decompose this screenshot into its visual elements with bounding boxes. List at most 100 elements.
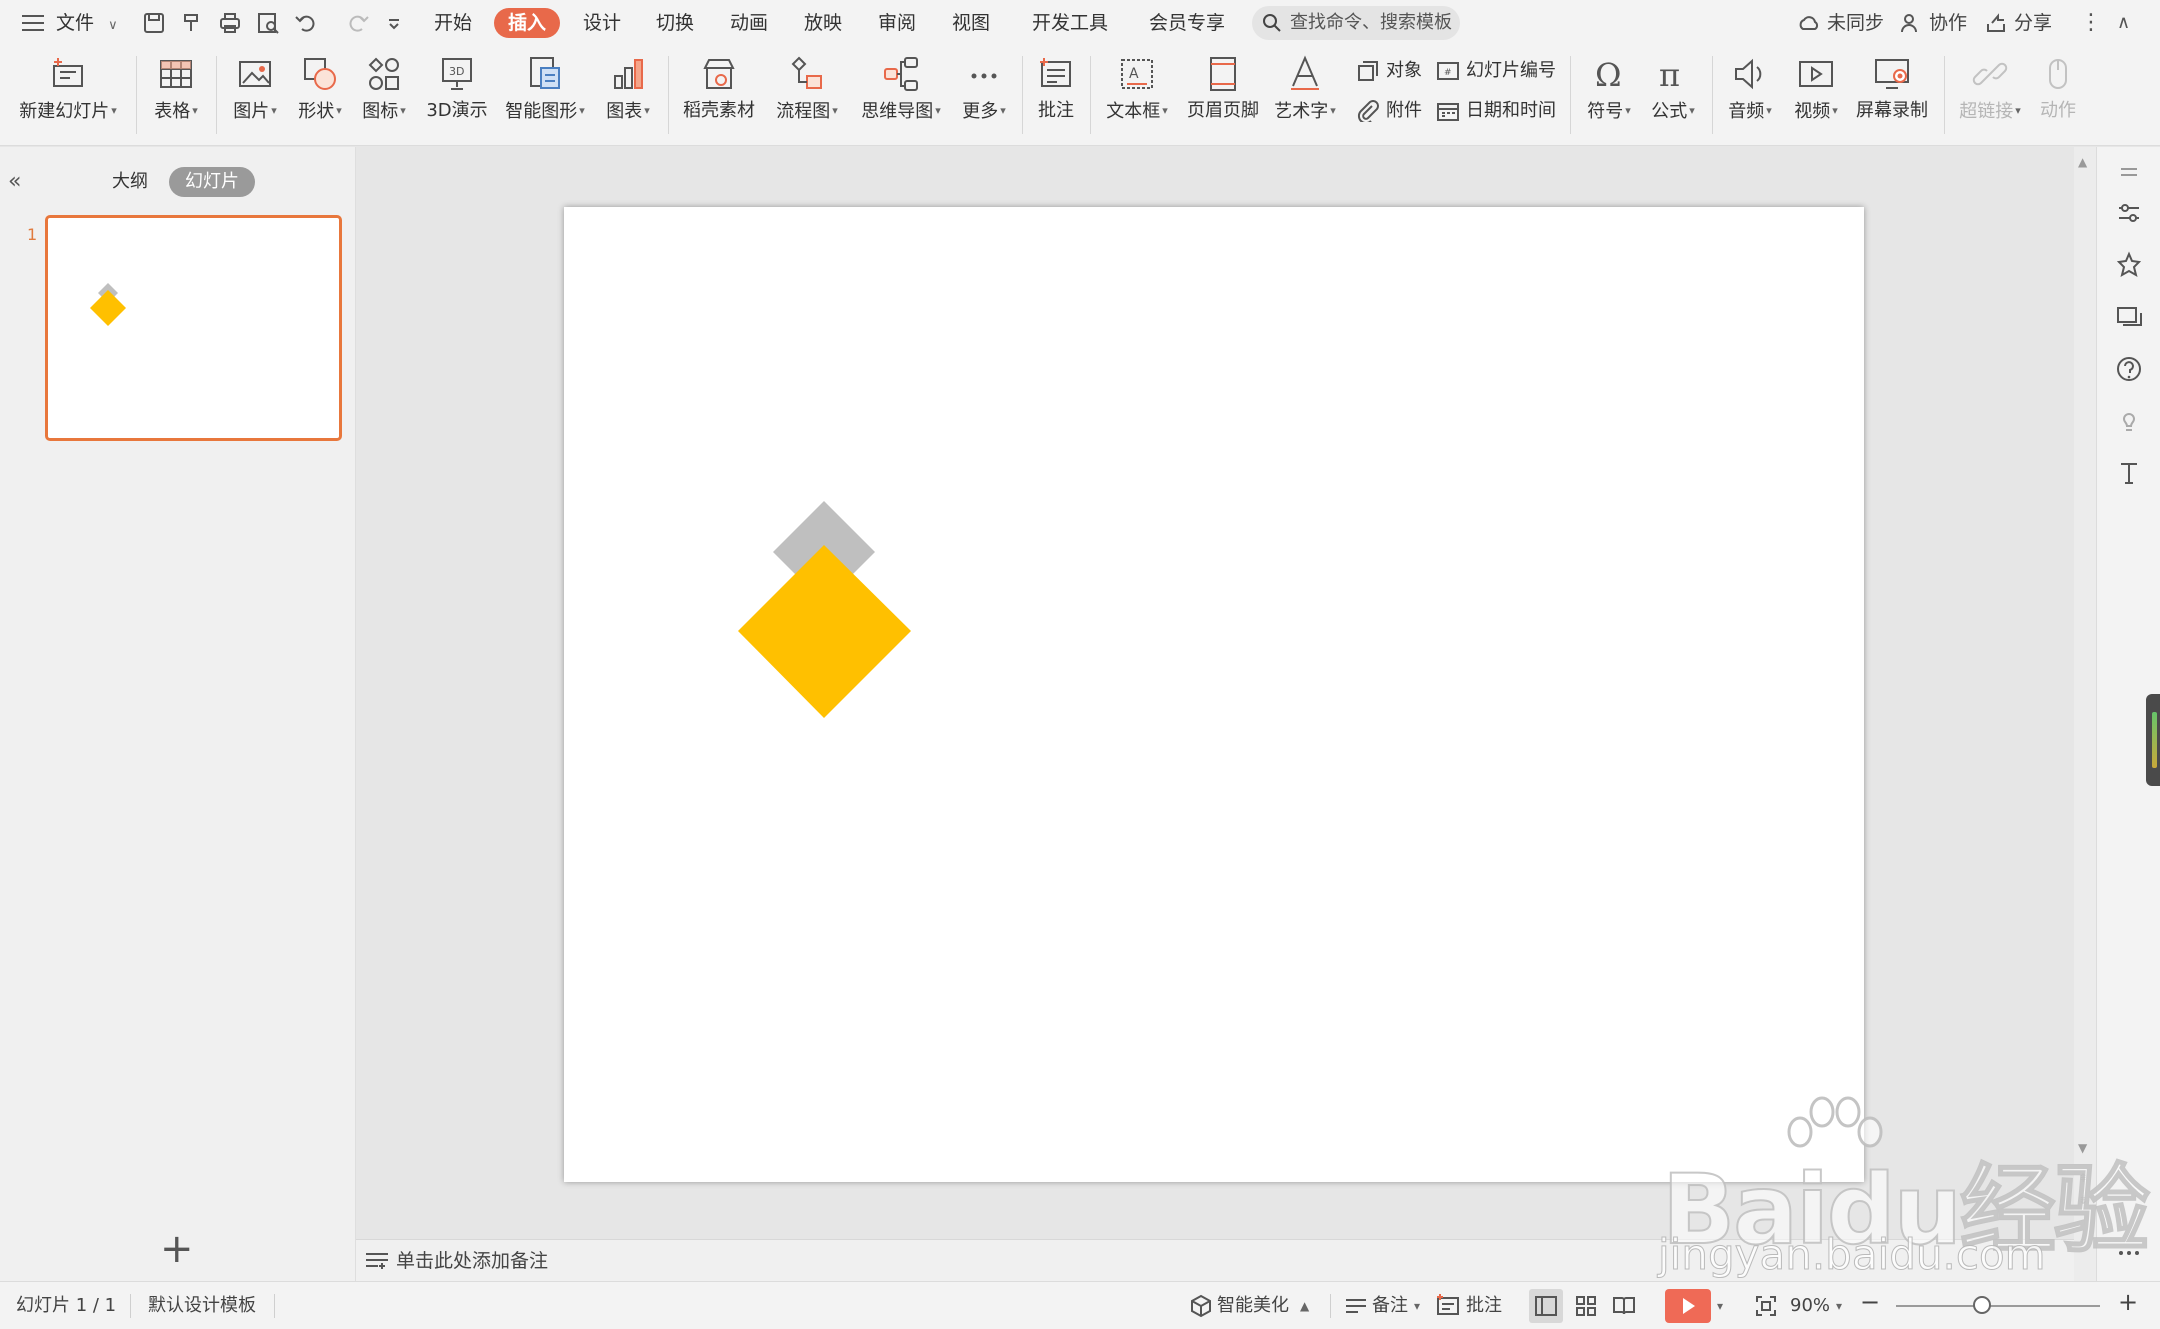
- collapse-panel-icon[interactable]: «: [8, 169, 21, 194]
- format-painter-icon[interactable]: [178, 9, 206, 37]
- collab-button[interactable]: 协作: [1899, 8, 1967, 38]
- search-input[interactable]: 查找命令、搜索模板: [1252, 6, 1460, 40]
- save-icon[interactable]: [140, 9, 168, 37]
- header-footer-icon: [1203, 54, 1243, 94]
- rail-menu-icon[interactable]: [2113, 157, 2145, 189]
- notes-pane[interactable]: 单击此处添加备注: [356, 1239, 2074, 1281]
- tab-view[interactable]: 视图: [952, 8, 990, 38]
- zoom-out-icon[interactable]: −: [1860, 1290, 1880, 1314]
- header-footer-button[interactable]: 页眉页脚: [1186, 54, 1260, 138]
- reading-view-icon[interactable]: [1610, 1292, 1638, 1320]
- tab-insert[interactable]: 插入: [494, 8, 561, 38]
- prev-slide-icon[interactable]: ⇞: [2078, 1171, 2088, 1185]
- text-format-icon[interactable]: [2113, 457, 2145, 489]
- tab-outline[interactable]: 大纲: [112, 167, 148, 197]
- customize-toolbar-icon[interactable]: [380, 9, 408, 37]
- 3d-demo-button[interactable]: 3D 3D演示: [422, 54, 492, 138]
- beautify-label[interactable]: 智能美化: [1217, 1294, 1289, 1318]
- scroll-down-icon[interactable]: ▼: [2078, 1141, 2087, 1155]
- symbol-button[interactable]: Ω 符号 ▾: [1582, 54, 1636, 138]
- fit-window-icon[interactable]: [1752, 1292, 1780, 1320]
- more-vertical-icon[interactable]: ⋮: [2080, 8, 2102, 38]
- chevron-up-icon[interactable]: ▲: [1300, 1294, 1309, 1318]
- beautify-icon[interactable]: [1187, 1292, 1215, 1320]
- slide-thumbnail[interactable]: [45, 215, 342, 441]
- print-icon[interactable]: [216, 9, 244, 37]
- date-time-button[interactable]: 日期和时间: [1434, 96, 1556, 126]
- comment-toggle-icon[interactable]: [1434, 1292, 1462, 1320]
- slide-number-label: 幻灯片编号: [1466, 60, 1556, 81]
- lightbulb-icon[interactable]: [2113, 405, 2145, 437]
- template-name[interactable]: 默认设计模板: [148, 1294, 256, 1318]
- new-slide-button[interactable]: 新建幻灯片 ▾: [14, 54, 122, 138]
- tab-transition[interactable]: 切换: [656, 8, 694, 38]
- side-panel-handle[interactable]: [2146, 694, 2160, 786]
- zoom-options-icon[interactable]: ▾: [1836, 1294, 1842, 1318]
- add-slide-icon[interactable]: +: [160, 1229, 194, 1269]
- shape-button[interactable]: 形状 ▾: [292, 54, 348, 138]
- transition-pane-icon[interactable]: [2113, 301, 2145, 333]
- slide-number-button[interactable]: # 幻灯片编号: [1434, 56, 1556, 86]
- video-label: 视频: [1794, 101, 1831, 122]
- tab-slideshow[interactable]: 放映: [804, 8, 842, 38]
- comment-toggle-label[interactable]: 批注: [1466, 1294, 1502, 1318]
- docer-button[interactable]: 稻壳素材: [680, 54, 758, 138]
- normal-view-icon: [1535, 1296, 1557, 1316]
- more-horizontal-icon[interactable]: [2113, 1237, 2145, 1269]
- notes-toggle-label[interactable]: 备注: [1372, 1294, 1408, 1318]
- flowchart-button[interactable]: 流程图 ▾: [772, 54, 842, 138]
- action-button[interactable]: 动作: [2034, 54, 2082, 138]
- smartart-button[interactable]: 智能图形 ▾: [502, 54, 588, 138]
- formula-button[interactable]: π 公式 ▾: [1646, 54, 1700, 138]
- tab-member[interactable]: 会员专享: [1149, 8, 1225, 38]
- file-menu[interactable]: 文件 ∨: [22, 8, 118, 38]
- chevron-down-icon[interactable]: ▾: [1414, 1294, 1420, 1318]
- zoom-slider-handle[interactable]: [1973, 1296, 1991, 1314]
- undo-icon[interactable]: [292, 9, 320, 37]
- chart-button[interactable]: 图表 ▾: [600, 54, 656, 138]
- textbox-button[interactable]: A 文本框 ▾: [1102, 54, 1172, 138]
- properties-icon[interactable]: [2113, 197, 2145, 229]
- picture-button[interactable]: 图片 ▾: [226, 54, 284, 138]
- tab-animation[interactable]: 动画: [730, 8, 768, 38]
- collapse-ribbon-icon[interactable]: ∧: [2117, 8, 2130, 38]
- tab-slides[interactable]: 幻灯片: [169, 167, 255, 197]
- notes-toggle-icon[interactable]: [1342, 1292, 1370, 1320]
- table-button[interactable]: 表格 ▾: [148, 54, 204, 138]
- audio-button[interactable]: 音频 ▾: [1722, 54, 1778, 138]
- share-button[interactable]: 分享: [1984, 8, 2052, 38]
- tab-design[interactable]: 设计: [583, 8, 621, 38]
- zoom-slider-track[interactable]: [1896, 1305, 2100, 1307]
- more-button[interactable]: 更多 ▾: [958, 54, 1010, 138]
- hyperlink-button[interactable]: 超链接 ▾: [1956, 54, 2024, 138]
- tab-developer[interactable]: 开发工具: [1032, 8, 1108, 38]
- icon-button[interactable]: 图标 ▾: [356, 54, 412, 138]
- vertical-scrollbar[interactable]: ▲ ▼ ⇞ ⇟: [2074, 147, 2096, 1281]
- sync-label: 未同步: [1827, 12, 1885, 34]
- redo-icon[interactable]: [344, 9, 372, 37]
- object-button[interactable]: 对象: [1354, 56, 1422, 86]
- formula-label: 公式: [1651, 101, 1688, 122]
- zoom-in-icon[interactable]: +: [2118, 1290, 2138, 1314]
- slide-sorter-icon[interactable]: [1572, 1292, 1600, 1320]
- print-preview-icon[interactable]: [254, 9, 282, 37]
- hyperlink-label: 超链接: [1959, 101, 2014, 122]
- tab-home[interactable]: 开始: [434, 8, 472, 38]
- play-options-icon[interactable]: ▾: [1717, 1294, 1723, 1318]
- comment-button[interactable]: 批注: [1034, 54, 1078, 138]
- tab-review[interactable]: 审阅: [878, 8, 916, 38]
- screen-record-button[interactable]: 屏幕录制: [1854, 54, 1930, 138]
- attachment-button[interactable]: 附件: [1354, 96, 1422, 126]
- normal-view-button[interactable]: [1529, 1289, 1563, 1323]
- slide[interactable]: [564, 207, 1864, 1182]
- video-button[interactable]: 视频 ▾: [1788, 54, 1844, 138]
- wordart-button[interactable]: 艺术字 ▾: [1272, 54, 1338, 138]
- play-slideshow-button[interactable]: [1665, 1289, 1711, 1323]
- sync-button[interactable]: 未同步: [1797, 8, 1884, 38]
- zoom-level[interactable]: 90%: [1790, 1294, 1830, 1318]
- help-icon[interactable]: [2113, 353, 2145, 385]
- next-slide-icon[interactable]: ⇟: [2078, 1193, 2088, 1207]
- scroll-up-icon[interactable]: ▲: [2078, 155, 2087, 169]
- animation-pane-icon[interactable]: [2113, 249, 2145, 281]
- mindmap-button[interactable]: 思维导图 ▾: [856, 54, 946, 138]
